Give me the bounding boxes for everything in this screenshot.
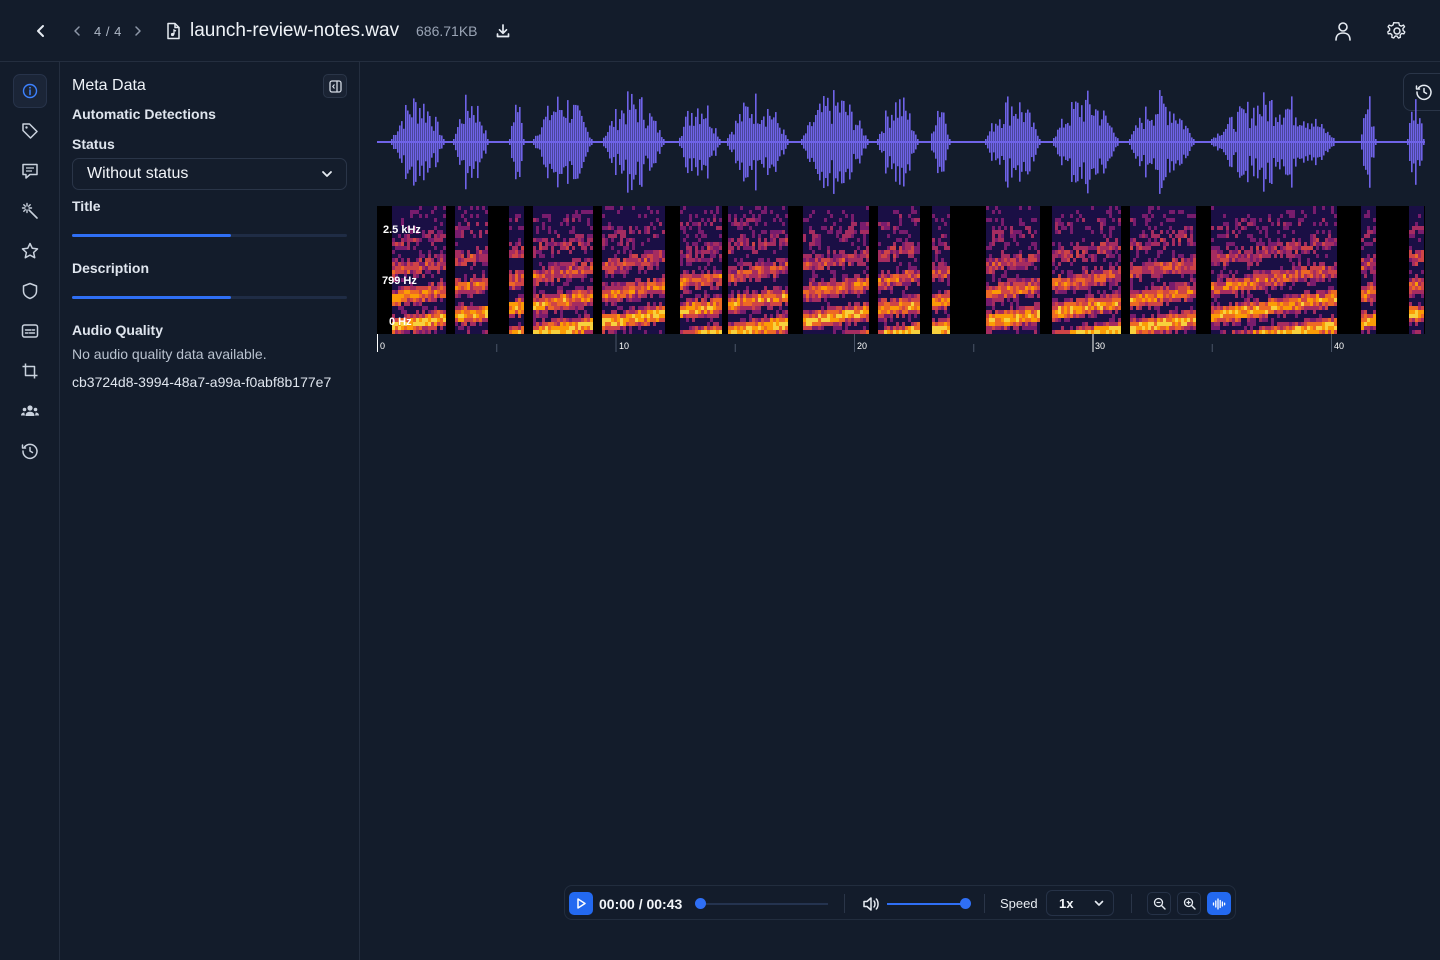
- comment-icon[interactable]: [13, 154, 47, 188]
- panel-title: Meta Data: [72, 77, 146, 94]
- subtitles-icon[interactable]: [13, 314, 47, 348]
- time-tick-40: 40: [1334, 341, 1345, 351]
- audio-quality-text: No audio quality data available.: [72, 346, 267, 362]
- top-bar: 4 / 4 launch-review-notes.wav 686.71KB: [0, 0, 1440, 62]
- collapse-panel-icon[interactable]: [323, 74, 347, 98]
- download-icon[interactable]: [495, 0, 511, 62]
- back-icon[interactable]: [33, 0, 49, 62]
- seek-knob[interactable]: [695, 898, 706, 909]
- waveform[interactable]: [377, 82, 1425, 202]
- audio-quality-label: Audio Quality: [72, 322, 163, 338]
- title-label: Title: [72, 198, 101, 214]
- audio-file-icon: [165, 0, 181, 62]
- volume-icon[interactable]: [862, 886, 880, 921]
- freq-label-low: 0 Hz: [389, 316, 412, 328]
- volume-slider[interactable]: [887, 903, 965, 905]
- shield-icon[interactable]: [13, 274, 47, 308]
- time-tick-30: 30: [1095, 341, 1106, 351]
- star-icon[interactable]: [13, 234, 47, 268]
- history-icon[interactable]: [13, 434, 47, 468]
- file-id: cb3724d8-3994-48a7-a99a-f0abf8b177e7: [72, 374, 332, 390]
- tag-icon[interactable]: [13, 114, 47, 148]
- meta-panel: Meta Data Automatic Detections Status Wi…: [60, 62, 360, 960]
- user-icon[interactable]: [1334, 0, 1352, 62]
- magic-icon[interactable]: [13, 194, 47, 228]
- time-tick-0: 0: [380, 341, 386, 351]
- info-icon[interactable]: [13, 74, 47, 108]
- settings-gear-icon[interactable]: [1387, 0, 1407, 62]
- chevron-down-icon: [320, 167, 334, 181]
- time-tick-20: 20: [857, 341, 868, 351]
- seek-bar[interactable]: [701, 903, 828, 905]
- previous-file-icon[interactable]: [71, 0, 83, 62]
- crop-icon[interactable]: [13, 354, 47, 388]
- automatic-detections-label: Automatic Detections: [72, 106, 216, 122]
- spectrogram[interactable]: [377, 206, 1425, 334]
- speed-select[interactable]: 1x: [1046, 890, 1114, 916]
- left-rail: [0, 62, 60, 960]
- title-progress-bar: [72, 234, 347, 237]
- freq-label-mid: 799 Hz: [382, 275, 417, 287]
- play-icon[interactable]: [569, 892, 593, 915]
- users-icon[interactable]: [13, 394, 47, 428]
- chevron-down-icon: [1093, 897, 1105, 909]
- file-size: 686.71KB: [416, 23, 478, 39]
- page-counter: 4 / 4: [94, 23, 122, 39]
- time-display: 00:00 / 00:43: [599, 895, 683, 912]
- status-value: Without status: [87, 165, 189, 182]
- next-file-icon[interactable]: [132, 0, 144, 62]
- volume-knob[interactable]: [960, 898, 971, 909]
- freq-label-high: 2.5 kHz: [383, 224, 421, 236]
- zoom-out-icon[interactable]: [1147, 892, 1171, 915]
- status-select[interactable]: Without status: [72, 158, 347, 190]
- waveform-toggle-icon[interactable]: [1207, 892, 1231, 915]
- speed-label: Speed: [1000, 896, 1038, 911]
- description-label: Description: [72, 260, 150, 276]
- status-label: Status: [72, 136, 115, 152]
- file-name: launch-review-notes.wav: [190, 20, 400, 41]
- speed-value: 1x: [1059, 895, 1074, 911]
- zoom-in-icon[interactable]: [1177, 892, 1201, 915]
- timeline[interactable]: [376, 334, 1436, 356]
- audio-player: 00:00 / 00:43 Speed 1x: [564, 885, 1236, 920]
- time-tick-10: 10: [619, 341, 630, 351]
- description-progress-bar: [72, 296, 347, 299]
